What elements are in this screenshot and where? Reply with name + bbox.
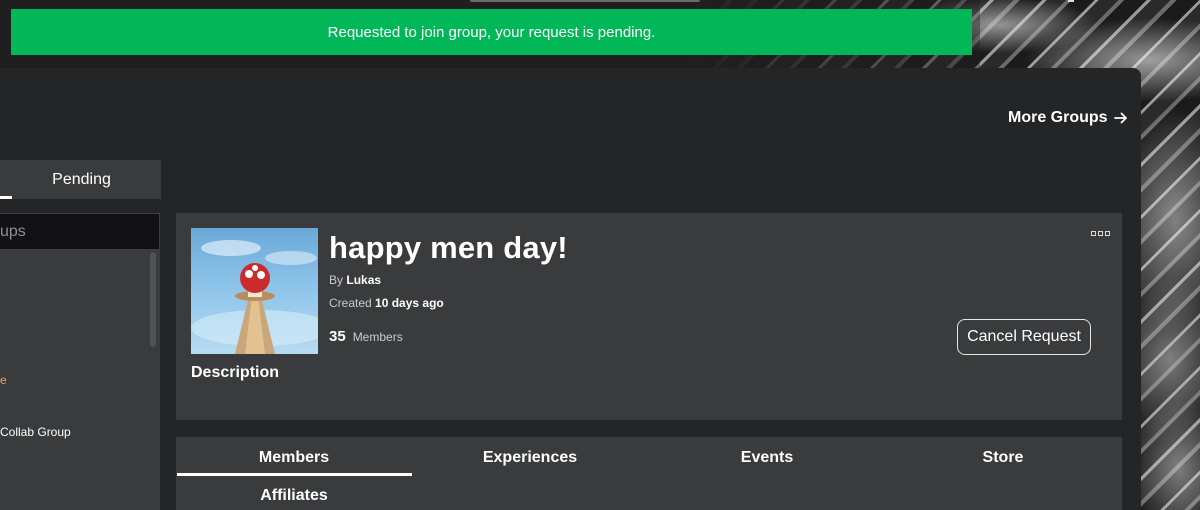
sidebar-item-group-2[interactable]: Collab Group: [0, 425, 71, 439]
groups-list-scrollbar[interactable]: [150, 252, 156, 347]
cancel-request-button[interactable]: Cancel Request: [957, 319, 1091, 355]
sidebar-item-group-1[interactable]: e: [0, 373, 7, 387]
group-name: happy men day!: [329, 230, 568, 265]
member-count-label: Members: [352, 330, 403, 344]
search-groups-input[interactable]: ups: [0, 213, 160, 250]
tab-experiences[interactable]: Experiences: [412, 449, 648, 467]
member-count: 35 Members: [329, 328, 403, 345]
tab-members[interactable]: Members: [176, 449, 412, 467]
more-groups-label: More Groups: [1008, 109, 1108, 126]
sidebar-item-label: Collab Group: [0, 425, 71, 439]
active-tab-indicator: [177, 473, 412, 476]
sidebar-item-label: e: [0, 373, 7, 387]
top-nav-dot: [1068, 0, 1074, 2]
group-emblem-art: [191, 240, 318, 354]
tab-store[interactable]: Store: [885, 449, 1121, 467]
tab-my-groups[interactable]: [0, 160, 12, 199]
group-owner-line: By Lukas: [329, 273, 381, 287]
group-owner-link[interactable]: Lukas: [346, 273, 381, 287]
group-created-line: Created 10 days ago: [329, 296, 444, 310]
tab-affiliates[interactable]: Affiliates: [176, 487, 412, 505]
arrow-right-icon: [1113, 112, 1127, 124]
tab-events[interactable]: Events: [649, 449, 885, 467]
sidebar-tabs: Pending: [0, 160, 161, 199]
description-heading: Description: [191, 364, 280, 381]
groups-list: [0, 250, 160, 510]
toast-message: Requested to join group, your request is…: [327, 23, 656, 41]
created-value: 10 days ago: [375, 296, 444, 310]
more-groups-link[interactable]: More Groups: [1008, 109, 1128, 127]
created-label: Created: [329, 296, 372, 310]
pending-request-toast: Requested to join group, your request is…: [11, 9, 972, 55]
more-options-icon[interactable]: [1091, 231, 1111, 237]
by-label: By: [329, 273, 344, 287]
tab-pending-label: Pending: [52, 170, 111, 188]
member-count-number: 35: [329, 328, 346, 345]
tab-pending[interactable]: Pending: [12, 160, 161, 199]
top-search-edge: [470, 0, 700, 2]
search-placeholder: ups: [0, 222, 26, 240]
group-emblem-image: [191, 228, 318, 354]
